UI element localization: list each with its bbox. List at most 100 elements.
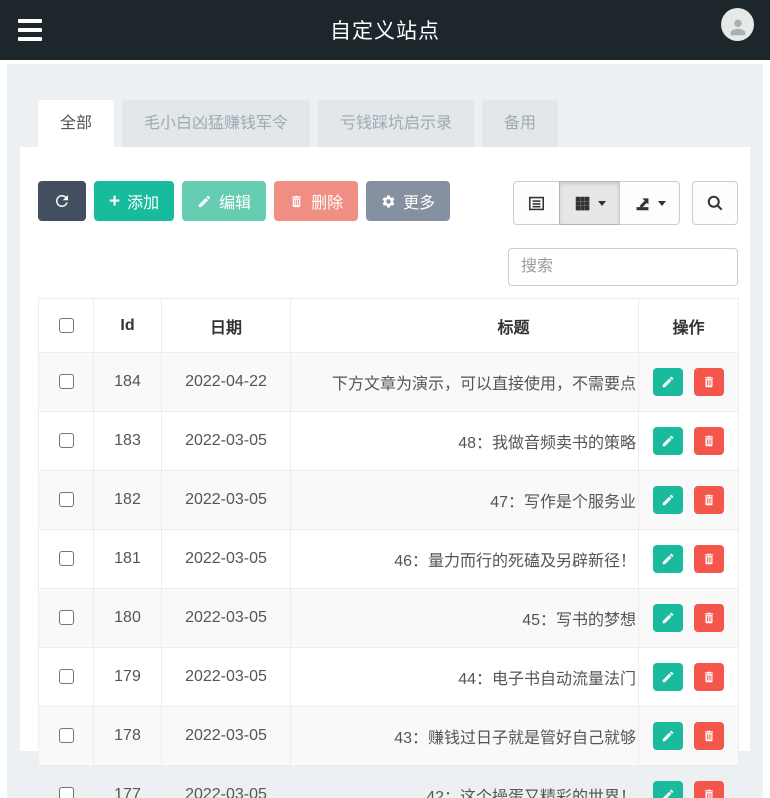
row-title: 下方文章为演示，可以直接使用，不需要点 bbox=[290, 352, 639, 412]
toolbar: + 添加 编辑 删除 更多 搜索 bbox=[38, 181, 738, 286]
refresh-button[interactable] bbox=[38, 181, 86, 221]
page-title: 自定义站点 bbox=[330, 20, 440, 43]
row-checkbox[interactable] bbox=[58, 787, 74, 798]
row-actions-cell bbox=[638, 765, 739, 798]
user-avatar[interactable] bbox=[721, 8, 754, 41]
table-row: 178 2022-03-05 43：赚钱过日子就是管好自己就够 bbox=[38, 706, 739, 766]
select-all-checkbox[interactable] bbox=[58, 317, 74, 333]
table-row: 179 2022-03-05 44：电子书自动流量法门 bbox=[38, 647, 739, 707]
row-checkbox-cell bbox=[38, 588, 94, 648]
trash-icon bbox=[704, 612, 713, 624]
row-edit-button[interactable] bbox=[653, 722, 684, 750]
row-id: 179 bbox=[93, 647, 162, 707]
edit-button[interactable]: 编辑 bbox=[182, 181, 267, 221]
tab-category-2[interactable]: 亏钱踩坑启示录 bbox=[318, 100, 475, 147]
row-delete-button[interactable] bbox=[693, 604, 724, 632]
column-header-actions: 操作 bbox=[638, 298, 739, 353]
export-dropdown-button[interactable] bbox=[619, 181, 680, 225]
row-date: 2022-03-05 bbox=[161, 588, 291, 648]
row-date: 2022-03-05 bbox=[161, 411, 291, 471]
columns-dropdown-button[interactable] bbox=[559, 181, 620, 225]
panel-body: + 添加 编辑 删除 更多 搜索 Id 日期 标题 操作 184 2022-04… bbox=[20, 147, 750, 798]
content-wrapper: 全部 毛小白凶猛赚钱军令 亏钱踩坑启示录 备用 + 添加 编辑 删除 更多 搜索… bbox=[7, 64, 763, 798]
row-edit-button[interactable] bbox=[653, 781, 684, 798]
pencil-icon bbox=[663, 671, 674, 683]
data-table: Id 日期 标题 操作 184 2022-04-22 下方文章为演示，可以直接使… bbox=[38, 298, 739, 798]
row-checkbox-cell bbox=[38, 706, 94, 766]
row-checkbox[interactable] bbox=[58, 728, 74, 744]
delete-button[interactable]: 删除 bbox=[274, 181, 359, 221]
plus-icon: + bbox=[109, 190, 121, 212]
add-button[interactable]: + 添加 bbox=[94, 181, 175, 221]
row-title: 48：我做音频卖书的策略 bbox=[290, 411, 639, 471]
row-date: 2022-03-05 bbox=[161, 529, 291, 589]
more-button[interactable]: 更多 bbox=[366, 181, 451, 221]
row-actions-cell bbox=[638, 706, 739, 766]
row-id: 183 bbox=[93, 411, 162, 471]
row-delete-button[interactable] bbox=[693, 486, 724, 514]
trash-icon bbox=[704, 376, 713, 388]
row-checkbox[interactable] bbox=[58, 492, 74, 508]
row-id: 182 bbox=[93, 470, 162, 530]
row-date: 2022-03-05 bbox=[161, 765, 291, 798]
row-checkbox[interactable] bbox=[58, 610, 74, 626]
tab-category-1[interactable]: 毛小白凶猛赚钱军令 bbox=[122, 100, 311, 147]
toolbar-right-controls bbox=[508, 181, 738, 286]
row-edit-button[interactable] bbox=[653, 545, 684, 573]
pencil-icon bbox=[663, 494, 674, 506]
search-input[interactable] bbox=[508, 248, 738, 286]
detail-view-button[interactable] bbox=[513, 181, 560, 225]
row-date: 2022-03-05 bbox=[161, 706, 291, 766]
edit-button-label: 编辑 bbox=[219, 195, 252, 212]
row-title: 42：这个操蛋又精彩的世界！ bbox=[290, 765, 639, 798]
row-title: 46：量力而行的死磕及另辟新径！ bbox=[290, 529, 639, 589]
refresh-icon bbox=[55, 194, 68, 207]
row-checkbox-cell bbox=[38, 352, 94, 412]
row-delete-button[interactable] bbox=[693, 427, 724, 455]
row-checkbox[interactable] bbox=[58, 551, 74, 567]
column-header-id: Id bbox=[93, 298, 162, 353]
app-header: 自定义站点 bbox=[0, 0, 770, 60]
row-checkbox-cell bbox=[38, 470, 94, 530]
export-icon bbox=[636, 197, 649, 210]
trash-icon bbox=[704, 671, 713, 683]
pencil-icon bbox=[663, 553, 674, 565]
row-edit-button[interactable] bbox=[653, 604, 684, 632]
trash-icon bbox=[704, 435, 713, 447]
row-edit-button[interactable] bbox=[653, 486, 684, 514]
row-id: 181 bbox=[93, 529, 162, 589]
trash-icon bbox=[704, 494, 713, 506]
row-edit-button[interactable] bbox=[653, 427, 684, 455]
row-edit-button[interactable] bbox=[653, 368, 684, 396]
row-checkbox[interactable] bbox=[58, 669, 74, 685]
row-checkbox[interactable] bbox=[58, 433, 74, 449]
add-button-label: 添加 bbox=[127, 195, 160, 212]
select-all-cell bbox=[38, 298, 94, 353]
row-id: 184 bbox=[93, 352, 162, 412]
trash-icon bbox=[704, 553, 713, 565]
gear-icon bbox=[382, 195, 395, 207]
pencil-icon bbox=[663, 730, 674, 742]
row-edit-button[interactable] bbox=[653, 663, 684, 691]
tab-backup[interactable]: 备用 bbox=[482, 100, 559, 147]
column-header-date: 日期 bbox=[161, 298, 291, 353]
delete-button-label: 删除 bbox=[311, 195, 344, 212]
pencil-icon bbox=[199, 195, 211, 207]
row-delete-button[interactable] bbox=[693, 722, 724, 750]
table-body: 184 2022-04-22 下方文章为演示，可以直接使用，不需要点 183 2… bbox=[38, 352, 739, 798]
detail-view-icon bbox=[528, 196, 545, 210]
row-title: 47：写作是个服务业 bbox=[290, 470, 639, 530]
row-delete-button[interactable] bbox=[693, 368, 724, 396]
row-checkbox-cell bbox=[38, 529, 94, 589]
tab-all[interactable]: 全部 bbox=[38, 100, 115, 147]
row-delete-button[interactable] bbox=[693, 663, 724, 691]
pencil-icon bbox=[663, 376, 674, 388]
search-toggle-button[interactable] bbox=[692, 181, 738, 225]
table-row: 183 2022-03-05 48：我做音频卖书的策略 bbox=[38, 411, 739, 471]
table-header-row: Id 日期 标题 操作 bbox=[38, 298, 739, 353]
row-checkbox[interactable] bbox=[58, 374, 74, 390]
table-row: 177 2022-03-05 42：这个操蛋又精彩的世界！ bbox=[38, 765, 739, 798]
column-header-title: 标题 bbox=[290, 298, 639, 353]
row-delete-button[interactable] bbox=[693, 781, 724, 798]
row-delete-button[interactable] bbox=[693, 545, 724, 573]
